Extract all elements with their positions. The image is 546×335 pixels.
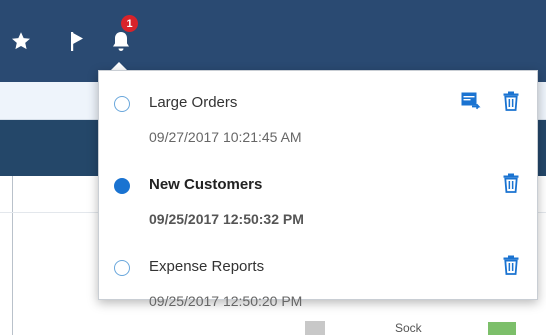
background-status-cell	[488, 322, 516, 335]
grid-divider	[12, 176, 13, 335]
notifications-dropdown: Large Orders 09/27/2017 10:21:45 AM New …	[98, 70, 538, 309]
notification-title: New Customers	[149, 176, 263, 193]
star-icon[interactable]	[6, 26, 36, 56]
notification-title: Large Orders	[149, 94, 238, 111]
notification-count-badge: 1	[121, 15, 138, 32]
notification-item[interactable]: New Customers 09/25/2017 12:50:32 PM	[99, 161, 537, 239]
notification-item[interactable]: Large Orders 09/27/2017 10:21:45 AM	[99, 79, 537, 157]
trash-icon[interactable]	[500, 254, 522, 276]
trash-icon[interactable]	[500, 172, 522, 194]
read-status-indicator[interactable]	[114, 260, 130, 276]
notification-item[interactable]: Expense Reports 09/25/2017 12:50:20 PM	[99, 243, 537, 321]
notification-timestamp: 09/27/2017 10:21:45 AM	[149, 129, 302, 145]
notification-timestamp: 09/25/2017 12:50:32 PM	[149, 211, 304, 227]
open-in-window-icon[interactable]	[460, 90, 482, 112]
background-cell-text: Sock	[395, 321, 422, 335]
unread-status-indicator[interactable]	[114, 178, 130, 194]
flag-icon[interactable]	[62, 26, 92, 56]
background-cell	[305, 321, 325, 335]
read-status-indicator[interactable]	[114, 96, 130, 112]
notification-title: Expense Reports	[149, 258, 265, 275]
notification-timestamp: 09/25/2017 12:50:20 PM	[149, 293, 303, 309]
trash-icon[interactable]	[500, 90, 522, 112]
